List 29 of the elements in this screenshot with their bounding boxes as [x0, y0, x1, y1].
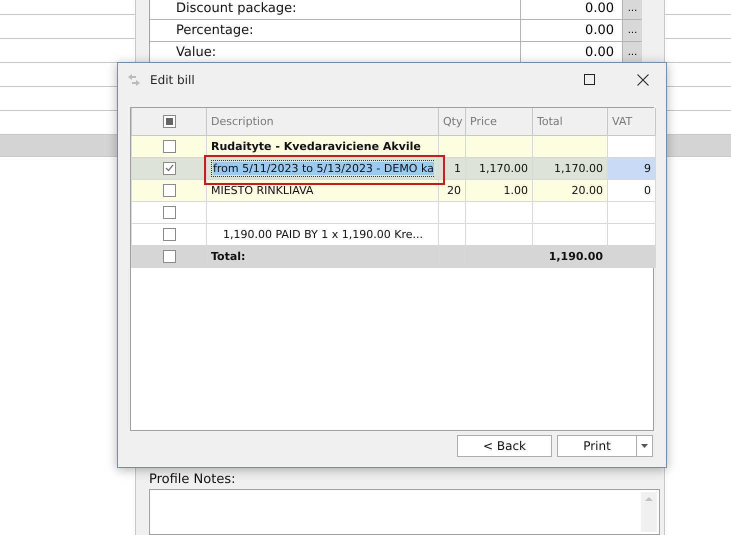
column-header[interactable]: Total [532, 108, 608, 135]
field-label: Discount package: [175, 0, 298, 18]
table-cell: 9 [644, 162, 651, 174]
table-cell: 1,190.00 [548, 250, 603, 262]
ellipsis-button[interactable]: ... [622, 42, 642, 63]
window-title: Edit bill [150, 72, 196, 86]
table-cell: Total: [211, 250, 246, 262]
table-cell: 1 [454, 162, 461, 174]
table-cell: 1,170.00 [554, 162, 603, 174]
ellipsis-button[interactable]: ... [622, 20, 642, 41]
table-cell: 20.00 [572, 184, 603, 196]
table-cell: 0 [644, 184, 651, 196]
table-cell: Rudaityte - Kvedaraviciene Akvile [211, 140, 421, 152]
column-header[interactable]: Price [466, 108, 532, 135]
table-cell: 1,170.00 [479, 162, 528, 174]
print-button[interactable]: Print [558, 436, 637, 456]
table-cell: MIESTO RINKLIAVA [211, 184, 314, 196]
table-cell-text: 1,190.00 PAID BY 1 x 1,190.00 Kre... [222, 228, 424, 240]
description-editor[interactable]: from 5/11/2023 to 5/13/2023 - DEMO ka [211, 160, 434, 176]
field-label: Percentage: [175, 22, 255, 40]
column-header[interactable]: Qty [438, 108, 466, 135]
back-button[interactable]: < Back [457, 435, 552, 457]
field-label: Value: [175, 44, 218, 62]
notes-label: Profile Notes: [149, 472, 236, 487]
table-cell: 1.00 [504, 184, 528, 196]
table-cell: 20 [447, 184, 461, 196]
ellipsis-button[interactable]: ... [622, 0, 642, 19]
column-header[interactable]: Description [206, 108, 438, 135]
column-header[interactable]: VAT [608, 108, 656, 135]
